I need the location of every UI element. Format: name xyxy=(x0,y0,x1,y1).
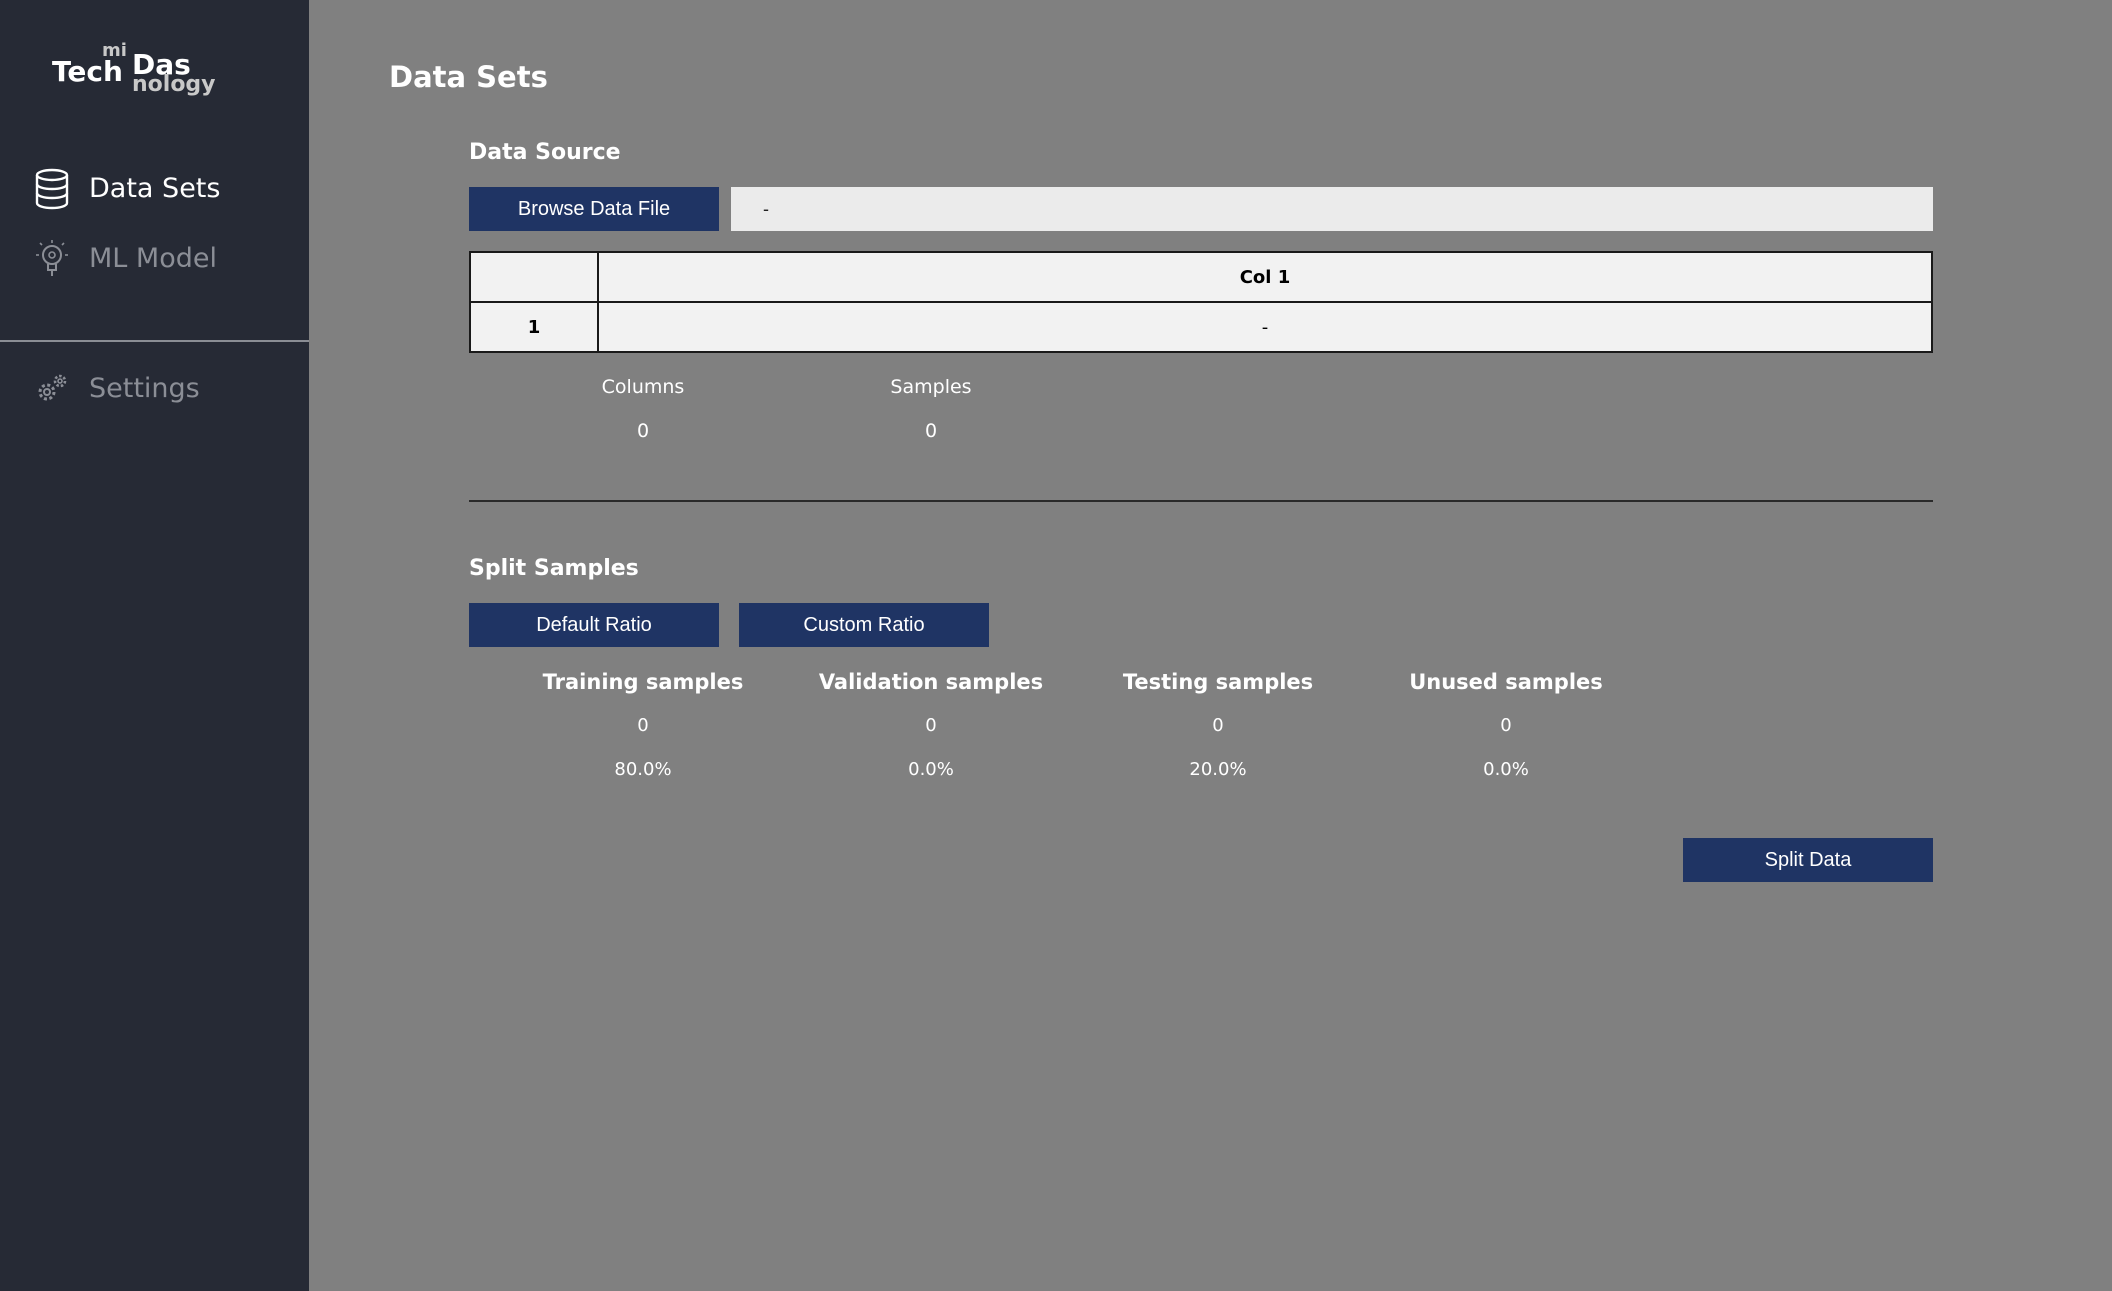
unused-samples-percent: 0.0% xyxy=(1483,759,1529,780)
samples-value: 0 xyxy=(924,420,938,442)
columns-value: 0 xyxy=(636,420,650,442)
logo-tech: Tech xyxy=(52,55,123,88)
sidebar-item-label: Settings xyxy=(89,372,200,404)
table-header-cell xyxy=(469,251,599,303)
samples-label: Samples xyxy=(890,376,972,398)
sidebar-item-label: Data Sets xyxy=(89,172,221,204)
testing-samples-percent: 20.0% xyxy=(1189,759,1247,780)
testing-samples-label: Testing samples xyxy=(1122,670,1314,694)
file-path-field: - xyxy=(731,187,1933,231)
table-cell: - xyxy=(597,301,1933,353)
gears-icon xyxy=(34,368,70,408)
sidebar-item-settings[interactable]: Settings xyxy=(0,358,309,418)
testing-samples-count: 0 xyxy=(1212,715,1224,736)
table-cell: 1 xyxy=(469,301,599,353)
validation-samples-count: 0 xyxy=(925,715,937,736)
sidebar-item-ml-model[interactable]: ML Model xyxy=(0,228,309,288)
lightbulb-icon xyxy=(34,238,70,278)
page-title: Data Sets xyxy=(389,60,548,94)
custom-ratio-button[interactable]: Custom Ratio xyxy=(739,603,989,647)
data-source-title: Data Source xyxy=(469,140,621,165)
app-logo: mi Tech Das nology xyxy=(52,40,232,100)
validation-samples-label: Validation samples xyxy=(818,670,1044,694)
training-samples-count: 0 xyxy=(637,715,649,736)
section-divider xyxy=(469,500,1933,502)
unused-samples-label: Unused samples xyxy=(1409,670,1603,694)
database-icon xyxy=(34,168,70,210)
unused-samples-count: 0 xyxy=(1500,715,1512,736)
sidebar-item-label: ML Model xyxy=(89,242,217,274)
columns-label: Columns xyxy=(601,376,685,398)
sidebar-item-data-sets[interactable]: Data Sets xyxy=(0,158,309,218)
logo-nology: nology xyxy=(132,72,216,97)
sidebar: mi Tech Das nology Data Sets ML Model Se… xyxy=(0,0,309,1291)
table-row: 1 - xyxy=(469,301,1933,353)
split-samples-title: Split Samples xyxy=(469,556,639,581)
browse-data-file-button[interactable]: Browse Data File xyxy=(469,187,719,231)
training-samples-label: Training samples xyxy=(542,670,744,694)
training-samples-percent: 80.0% xyxy=(614,759,672,780)
table-header-row: Col 1 xyxy=(469,251,1933,303)
data-preview-table: Col 1 1 - xyxy=(469,251,1933,353)
default-ratio-button[interactable]: Default Ratio xyxy=(469,603,719,647)
sidebar-divider xyxy=(0,340,309,342)
split-data-button[interactable]: Split Data xyxy=(1683,838,1933,882)
table-header-cell: Col 1 xyxy=(597,251,1933,303)
validation-samples-percent: 0.0% xyxy=(908,759,954,780)
